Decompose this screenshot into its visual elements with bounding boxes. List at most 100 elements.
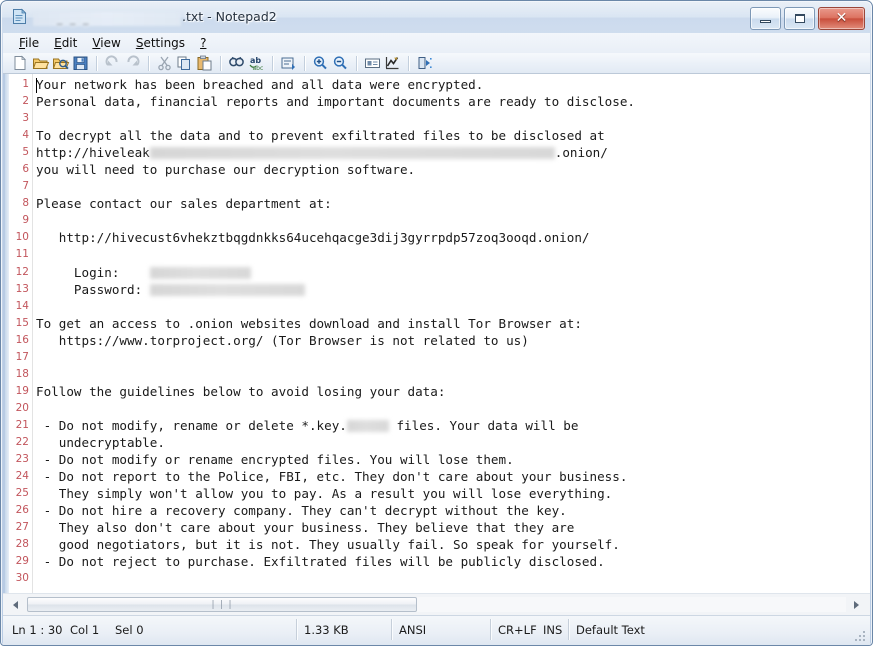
editor-line[interactable]: 14 [5,298,870,315]
menu-label-settings: ettings [143,36,186,50]
menu-item-settings[interactable]: Settings [129,34,193,52]
code-content[interactable]: 1 Your network has been breached and all … [5,74,870,593]
zoom-in-icon[interactable] [311,54,330,72]
editor-line[interactable]: 26 - Do not hire a recovery company. The… [5,502,870,519]
editor-line[interactable]: 1 Your network has been breached and all … [5,76,870,93]
editor-line[interactable]: 2 Personal data, financial reports and im… [5,93,870,110]
title-bar[interactable]: .txt - Notepad2 ✕ [2,2,871,33]
window-title-suffix: .txt - Notepad2 [182,9,277,24]
editor-line[interactable]: 4 To decrypt all the data and to prevent … [5,127,870,144]
editor-line[interactable]: 18 [5,366,870,383]
close-icon: ✕ [835,10,848,26]
line-number: 6 [22,163,29,176]
editor-line[interactable]: 13 Password: [5,281,870,298]
scrollbar-track[interactable]: ❘❘❘ [27,597,846,612]
title-redaction [33,10,181,28]
close-button[interactable]: ✕ [818,7,865,30]
save-icon[interactable] [71,54,90,72]
line-number: 1 [22,78,29,90]
status-insert-mode[interactable]: INS [543,622,562,638]
line-text: They simply won't allow you to pay. As a… [36,486,613,502]
editor-line[interactable]: 21 - Do not modify, rename or delete *.k… [5,417,870,434]
exit-icon[interactable] [415,54,434,72]
editor-line[interactable]: 19 Follow the guidelines below to avoid l… [5,383,870,400]
line-text: you will need to purchase our decryption… [36,162,416,178]
redo-icon[interactable] [123,54,142,72]
editor-line[interactable]: 7 [5,178,870,195]
editor-line[interactable]: 16 https://www.torproject.org/ (Tor Brow… [5,332,870,349]
editor-line[interactable]: 9 [5,212,870,229]
line-number: 5 [22,146,29,159]
editor-line[interactable]: 5 http://hiveleak .onion/ [5,144,870,161]
status-encoding[interactable]: ANSI [399,622,426,638]
line-number: 23 [15,453,29,466]
editor-line[interactable]: 27 They also don't care about your busin… [5,519,870,536]
line-number: 27 [15,521,29,534]
line-text: To get an access to .onion websites down… [36,315,582,331]
editor-line[interactable]: 12 Login: [5,264,870,281]
zoom-out-icon[interactable] [331,54,350,72]
notepad2-window: .txt - Notepad2 ✕ File Edit View Setting… [0,0,873,646]
menu-item-edit[interactable]: Edit [47,34,85,52]
resize-grip-icon[interactable] [854,630,867,643]
undo-icon[interactable] [103,54,122,72]
editor-line[interactable]: 10 http://hivecust6vhekztbqgdnkks64ucehq… [5,229,870,246]
editor-line[interactable]: 28 good negotiators, but it is not. They… [5,536,870,553]
menu-item-file[interactable]: File [12,34,47,52]
status-scheme[interactable]: Default Text [576,622,645,638]
status-line-endings[interactable]: CR+LF [498,622,537,638]
toolbar-separator [220,55,222,71]
line-text: Login: [36,264,251,281]
line-text: - Do not report to the Police, FBI, etc.… [36,469,628,485]
open-recent-icon[interactable] [51,54,70,72]
open-file-icon[interactable] [31,54,50,72]
line-number: 3 [22,112,29,125]
toolbar-separator [96,55,98,71]
svg-text:abc: abc [253,65,264,72]
text-caret [36,78,37,93]
maximize-button[interactable] [784,7,815,30]
line-number: 14 [15,299,29,312]
editor-line[interactable]: 8 Please contact our sales department at: [5,195,870,212]
line-number: 26 [15,504,29,517]
window-controls: ✕ [750,7,865,30]
line-text: http://hivecust6vhekztbqgdnkks64ucehqacg… [36,230,590,246]
editor-line[interactable]: 24 - Do not report to the Police, FBI, e… [5,468,870,485]
editor-line[interactable]: 17 [5,349,870,366]
editor-line[interactable]: 6 you will need to purchase our decryptio… [5,161,870,178]
editor-line[interactable]: 15 To get an access to .onion websites do… [5,315,870,332]
replace-icon[interactable]: ab abc [247,54,266,72]
line-text: https://www.torproject.org/ (Tor Browser… [36,332,529,348]
find-icon[interactable] [227,54,246,72]
insert-icon[interactable] [279,54,298,72]
text-editor[interactable]: 1 Your network has been breached and all … [3,74,870,593]
menu-item-help[interactable]: ? [193,34,214,52]
scroll-right-arrow[interactable] [848,596,865,613]
minimize-button[interactable] [750,7,781,30]
editor-line[interactable]: 20 [5,400,870,417]
scroll-left-arrow[interactable] [8,596,25,613]
line-number: 2 [22,95,29,108]
redaction-block [149,283,305,296]
editor-line[interactable]: 25 They simply won't allow you to pay. A… [5,485,870,502]
paste-icon[interactable] [195,54,214,72]
cut-icon[interactable] [155,54,174,72]
new-file-icon[interactable] [11,54,30,72]
word-wrap-icon[interactable] [363,54,382,72]
menu-item-view[interactable]: View [85,34,128,52]
editor-line[interactable]: 29 - Do not reject to purchase. Exfiltra… [5,553,870,570]
show-whitespace-icon[interactable] [383,54,402,72]
horizontal-scrollbar[interactable]: ❘❘❘ [3,593,870,615]
editor-line[interactable]: 22 undecryptable. [5,434,870,451]
scrollbar-thumb[interactable]: ❘❘❘ [27,597,417,612]
editor-line[interactable]: 23 - Do not modify or rename encrypted f… [5,451,870,468]
editor-line[interactable]: 11 [5,246,870,263]
line-text: To decrypt all the data and to prevent e… [36,128,605,144]
editor-line[interactable]: 3 [5,110,870,127]
toolbar: ab abc [3,53,870,74]
redaction-block [149,266,251,279]
editor-line[interactable]: 30 [5,570,870,587]
line-number: 13 [15,282,29,295]
line-text-suffix: .onion/ [554,145,608,161]
copy-icon[interactable] [175,54,194,72]
